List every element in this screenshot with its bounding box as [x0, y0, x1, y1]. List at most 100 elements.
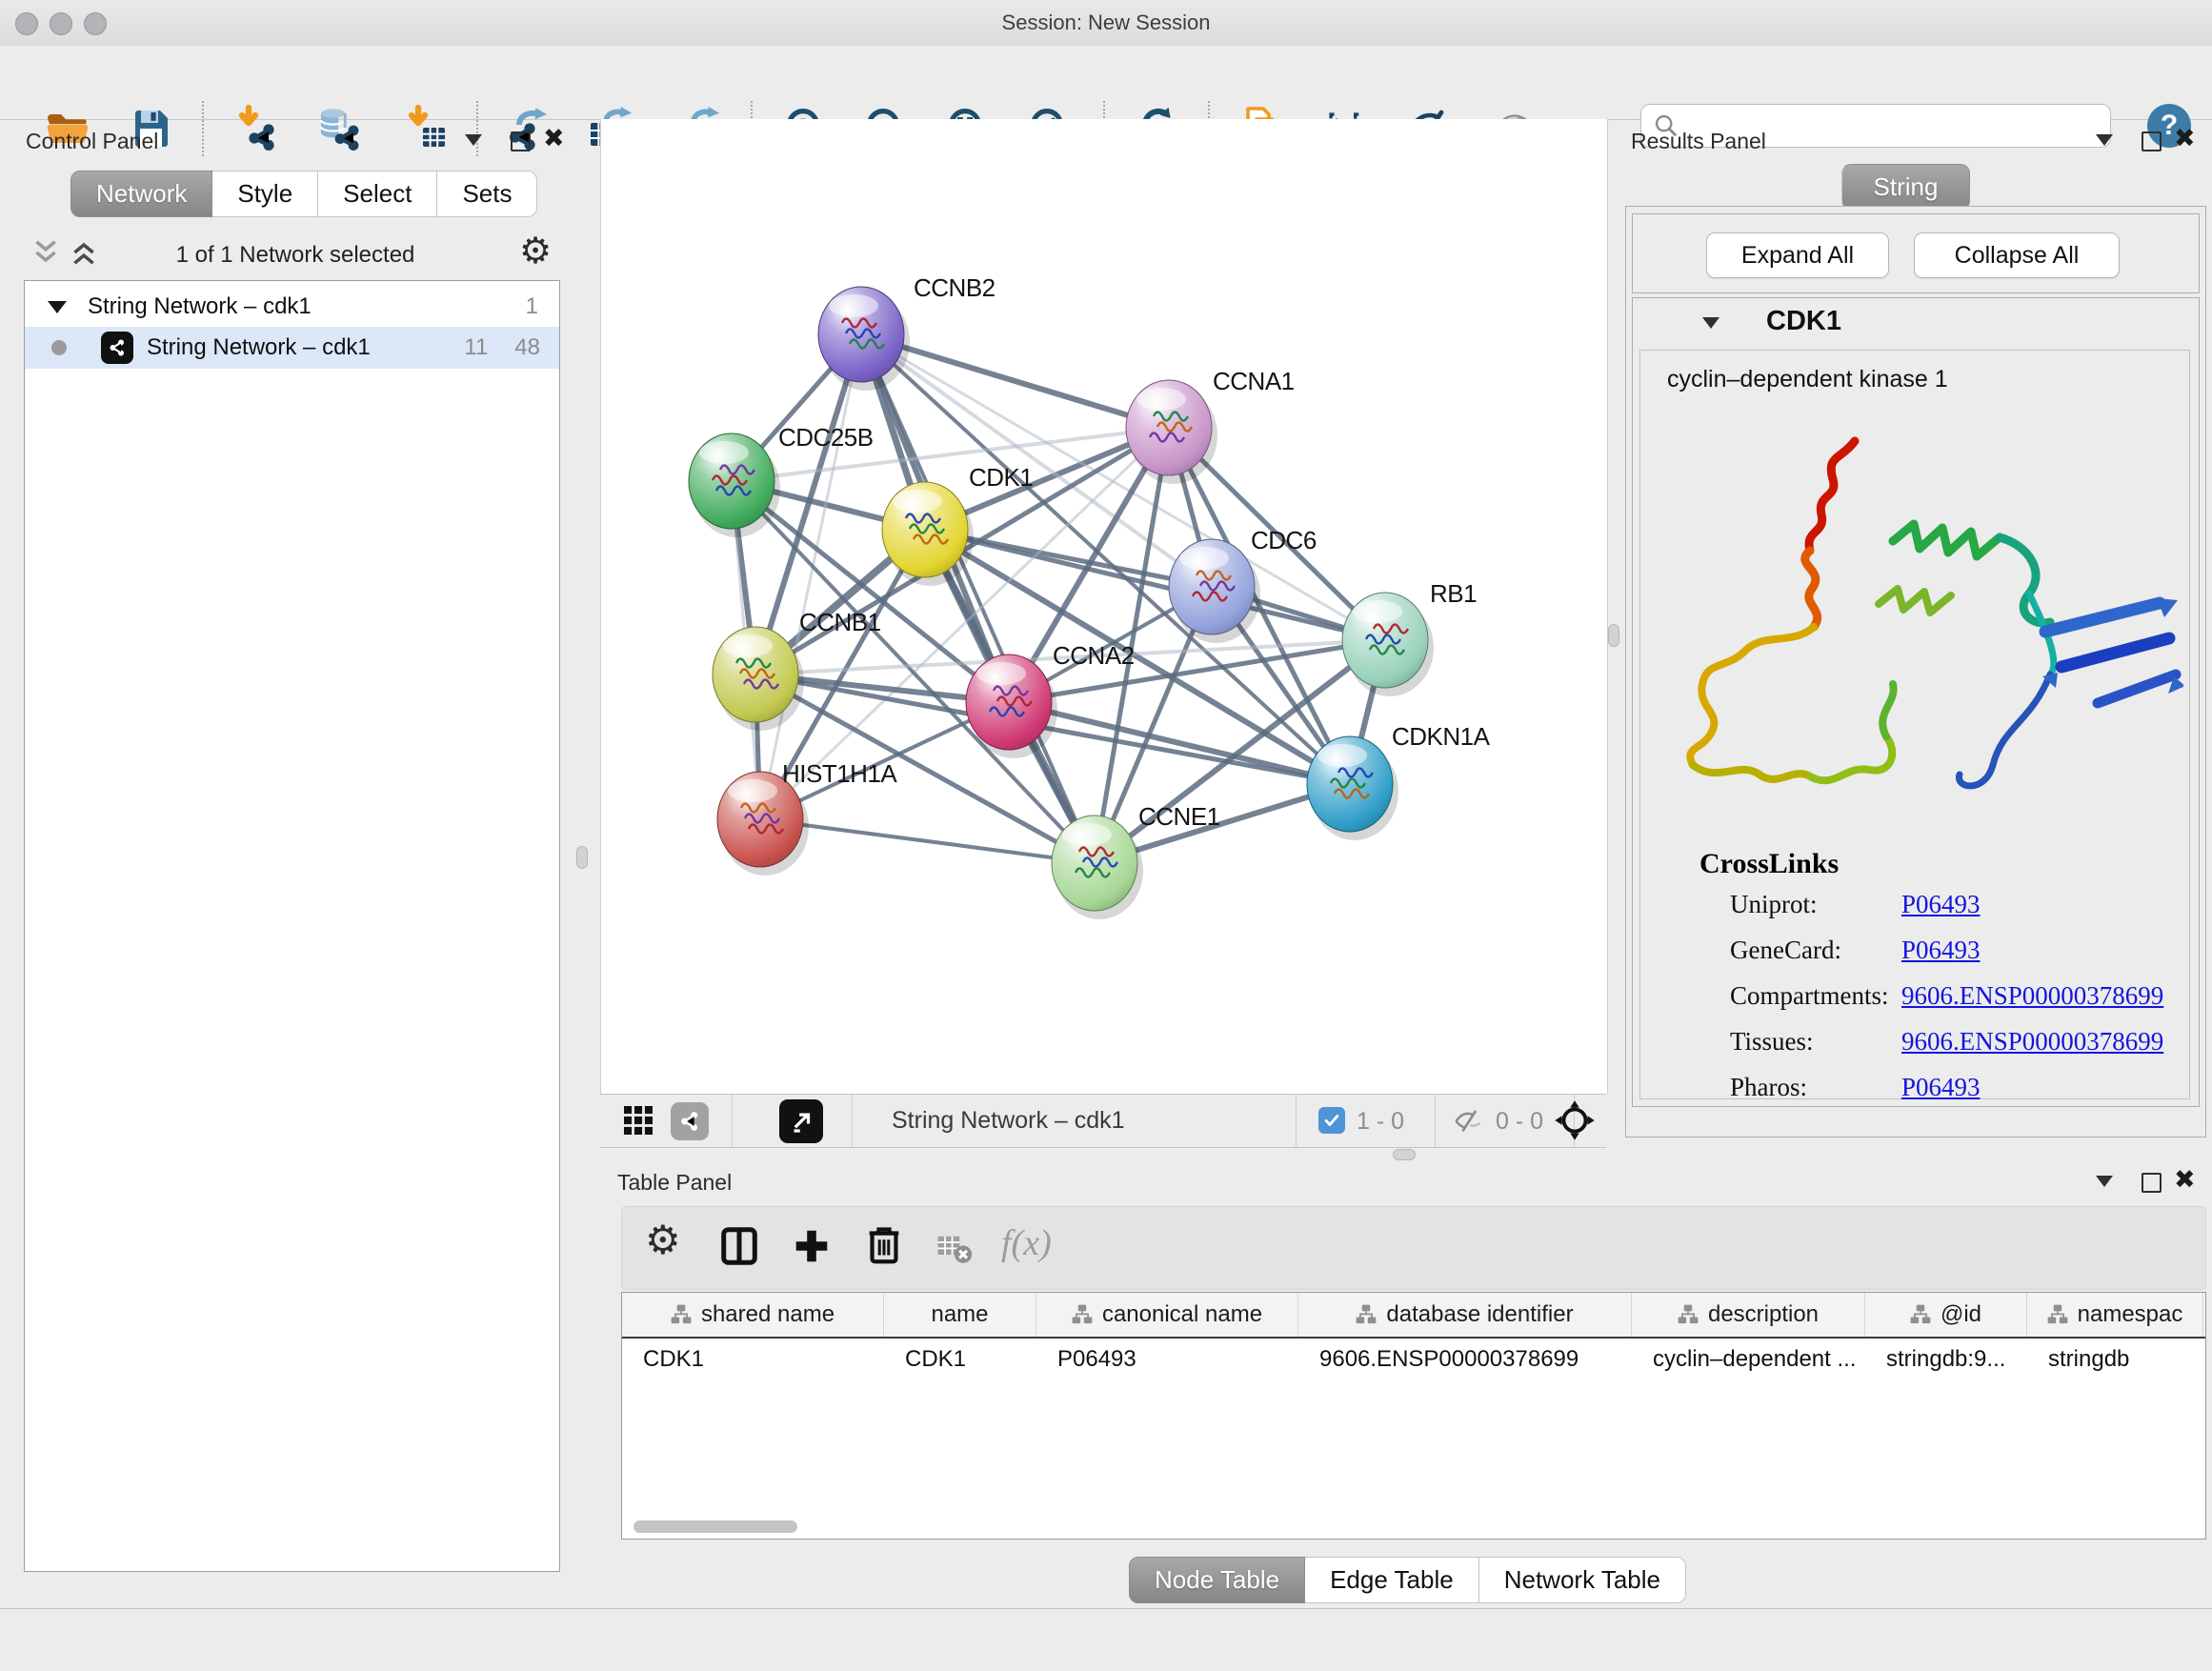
tab-network-table[interactable]: Network Table — [1479, 1557, 1686, 1603]
collapse-all-button[interactable]: Collapse All — [1914, 232, 2120, 278]
node-RB1[interactable] — [1342, 593, 1428, 688]
fit-crosshair-icon[interactable] — [1553, 1098, 1597, 1147]
network-collection-row[interactable]: String Network – cdk1 1 — [25, 287, 559, 327]
selected-checkbox-icon[interactable] — [1318, 1107, 1345, 1134]
table-cell[interactable]: cyclin–dependent ... — [1632, 1339, 1865, 1380]
birdseye-view-icon[interactable] — [671, 1102, 709, 1140]
table-settings-gear-icon[interactable]: ⚙ — [645, 1220, 681, 1260]
table-panel-close-icon[interactable]: ✖ — [2174, 1167, 2196, 1193]
table-cell[interactable]: 9606.ENSP00000378699 — [1298, 1339, 1632, 1380]
statusbar-separator — [1296, 1095, 1297, 1147]
node-CCNA1[interactable] — [1126, 380, 1212, 475]
column-header-canonical-name[interactable]: canonical name — [1036, 1293, 1298, 1337]
column-header-database-identifier[interactable]: database identifier — [1298, 1293, 1632, 1337]
table-horizontal-scrollbar[interactable] — [626, 1520, 2198, 1535]
scrollbar-thumb[interactable] — [633, 1520, 797, 1533]
crosslink-value[interactable]: P06493 — [1901, 1073, 1981, 1102]
results-panel-float-icon[interactable] — [2142, 131, 2162, 151]
control-panel-float-icon[interactable] — [511, 131, 531, 151]
open-in-window-icon[interactable] — [779, 1099, 823, 1143]
node-label-CDC25B: CDC25B — [778, 423, 874, 452]
results-panel-tabs: String — [1841, 164, 1970, 209]
network-row-selected[interactable]: String Network – cdk1 11 48 — [25, 327, 559, 369]
shared-column-icon — [1678, 1304, 1699, 1325]
network-current-dot-icon — [51, 340, 67, 355]
table-cell[interactable]: CDK1 — [884, 1339, 1036, 1380]
entry-gene-name: CDK1 — [1766, 306, 1841, 337]
delete-table-icon[interactable] — [935, 1228, 975, 1273]
results-panel-collapse-icon[interactable] — [2096, 134, 2113, 146]
delete-column-icon[interactable] — [862, 1222, 906, 1271]
node-label-RB1: RB1 — [1430, 579, 1477, 608]
network-edge-count: 48 — [514, 334, 540, 361]
import-database-icon[interactable] — [314, 103, 364, 152]
control-panel-close-icon[interactable]: ✖ — [543, 126, 565, 151]
crosslink-label: Compartments: — [1730, 981, 1888, 1011]
horizontal-splitter-handle[interactable] — [1393, 1149, 1416, 1160]
network-node-count: 11 — [464, 334, 488, 361]
tab-style[interactable]: Style — [212, 171, 318, 217]
crosslink-row: Compartments: 9606.ENSP00000378699 — [1640, 981, 2189, 1027]
table-row[interactable]: CDK1CDK1P064939606.ENSP00000378699cyclin… — [622, 1339, 2205, 1380]
add-column-icon[interactable] — [790, 1224, 834, 1273]
network-options-gear-icon[interactable]: ⚙ — [519, 232, 552, 269]
crosslink-value[interactable]: P06493 — [1901, 936, 1981, 965]
toolbar-separator — [476, 101, 478, 156]
table-cell[interactable]: P06493 — [1036, 1339, 1298, 1380]
node-CCNB1[interactable] — [713, 627, 798, 722]
collapse-all-networks-icon[interactable] — [69, 238, 99, 272]
table-panel-collapse-icon[interactable] — [2096, 1176, 2113, 1187]
table-tabs: Node TableEdge TableNetwork Table — [1129, 1557, 1686, 1601]
network-view-title: String Network – cdk1 — [892, 1107, 1125, 1135]
crosslink-value[interactable]: P06493 — [1901, 890, 1981, 919]
node-CDK1[interactable] — [882, 482, 968, 577]
import-network-icon[interactable] — [231, 103, 280, 152]
node-CDC25B[interactable] — [689, 433, 774, 529]
tab-edge-table[interactable]: Edge Table — [1305, 1557, 1479, 1603]
shared-column-icon — [2047, 1304, 2068, 1325]
node-CCNE1[interactable] — [1052, 815, 1137, 911]
left-splitter-handle[interactable] — [576, 846, 588, 869]
node-CDKN1A[interactable] — [1307, 736, 1393, 832]
column-header-label: shared name — [701, 1301, 835, 1328]
tab-network[interactable]: Network — [70, 171, 212, 217]
network-graph: CCNB2CCNA1CDC25BCDK1CDC6RB1CCNB1CCNA2CDK… — [601, 119, 1607, 1094]
column-header--id[interactable]: @id — [1865, 1293, 2027, 1337]
control-panel-collapse-icon[interactable] — [465, 134, 482, 146]
crosslink-value[interactable]: 9606.ENSP00000378699 — [1901, 1027, 2163, 1057]
table-cell[interactable]: CDK1 — [622, 1339, 884, 1380]
network-canvas[interactable]: CCNB2CCNA1CDC25BCDK1CDC6RB1CCNB1CCNA2CDK… — [600, 119, 1608, 1094]
expand-all-networks-icon[interactable] — [30, 238, 61, 272]
table-cell[interactable]: stringdb — [2027, 1339, 2203, 1380]
collection-expand-icon[interactable] — [48, 301, 67, 313]
table-panel-float-icon[interactable] — [2142, 1173, 2162, 1193]
node-CCNA2[interactable] — [966, 654, 1052, 750]
function-builder-icon[interactable]: f(x) — [1001, 1222, 1052, 1264]
crosslink-value[interactable]: 9606.ENSP00000378699 — [1901, 981, 2163, 1011]
node-label-CDK1: CDK1 — [969, 463, 1033, 492]
tab-node-table[interactable]: Node Table — [1129, 1557, 1305, 1603]
hidden-eye-icon[interactable] — [1452, 1107, 1484, 1140]
import-table-icon[interactable] — [400, 103, 450, 152]
tab-sets[interactable]: Sets — [437, 171, 537, 217]
column-header-shared-name[interactable]: shared name — [622, 1293, 884, 1337]
table-panel-title: Table Panel — [617, 1170, 732, 1196]
crosslink-row: GeneCard:P06493 — [1640, 936, 2189, 981]
table-toolbar: ⚙ f(x) — [621, 1206, 2206, 1290]
node-CDC6[interactable] — [1169, 539, 1255, 634]
column-header-namespac[interactable]: namespac — [2027, 1293, 2203, 1337]
results-buttons-box: Expand All Collapse All — [1632, 213, 2200, 293]
grid-view-icon[interactable] — [621, 1103, 655, 1142]
column-header-label: name — [931, 1301, 988, 1328]
node-CCNB2[interactable] — [818, 287, 904, 382]
results-panel-close-icon[interactable]: ✖ — [2174, 126, 2196, 151]
column-header-description[interactable]: description — [1632, 1293, 1865, 1337]
tab-string[interactable]: String — [1841, 164, 1970, 211]
right-splitter-handle[interactable] — [1608, 624, 1619, 647]
entry-collapse-icon[interactable] — [1702, 317, 1719, 329]
column-header-name[interactable]: name — [884, 1293, 1036, 1337]
table-cell[interactable]: stringdb:9... — [1865, 1339, 2027, 1380]
show-columns-icon[interactable] — [717, 1224, 761, 1273]
expand-all-button[interactable]: Expand All — [1706, 232, 1889, 278]
tab-select[interactable]: Select — [318, 171, 437, 217]
